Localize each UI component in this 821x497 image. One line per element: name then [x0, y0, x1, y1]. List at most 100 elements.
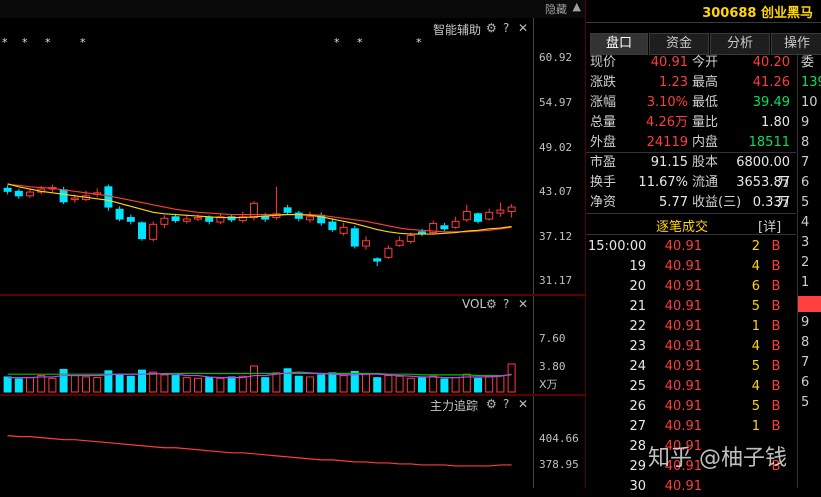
quote-value: 1.23 [659, 75, 688, 90]
quote-value: 5.77 [659, 195, 688, 210]
quote-row: 换手 11.67% 流通 3653.87万 [586, 173, 796, 210]
quote-value: 3.10% [646, 95, 688, 110]
volume-bar [160, 374, 169, 393]
price-tick: 60.92 [539, 51, 573, 64]
volume-bar [93, 377, 102, 393]
volume-bar [182, 377, 191, 393]
volume-bar [507, 363, 516, 393]
tab-zijin[interactable]: 资金 [649, 33, 709, 55]
trade-time: 27 [629, 419, 646, 434]
trade-volume: 5 [751, 359, 760, 374]
trade-row: 27 40.91 1 B [586, 417, 796, 437]
volume-bar [70, 375, 79, 393]
candle-body [418, 231, 426, 234]
volume-bar [317, 374, 326, 393]
hide-button[interactable]: 隐藏 [545, 1, 567, 17]
volume-bar [261, 377, 270, 393]
volume-bar [418, 377, 426, 393]
quote-label: 涨跌 [590, 75, 617, 90]
price-tick: 49.02 [539, 141, 573, 154]
order-book-level: 4 [801, 215, 810, 230]
trade-row: 22 40.91 1 B [586, 317, 796, 337]
volume-bar [440, 378, 449, 393]
volume-bar [82, 376, 90, 393]
chart-top-bar: 隐藏 ▲ [0, 0, 585, 18]
volume-bar [126, 375, 135, 393]
candle-body [26, 191, 34, 197]
chart-area[interactable]: 隐藏 ▲ * * * * * * * 智能辅助 ⚙ ? ✕ 60.92 54.9… [0, 0, 585, 488]
quote-value: 0.337 [752, 195, 790, 210]
candlestick-chart[interactable] [0, 18, 533, 294]
tab-caozuo[interactable]: 操作 [771, 33, 821, 55]
trade-time: 25 [629, 379, 646, 394]
quote-value: 1.80 [761, 115, 790, 130]
trade-side: B [771, 419, 781, 434]
trade-time: 19 [629, 259, 646, 274]
tab-pankou[interactable]: 盘口 [590, 33, 648, 55]
trade-side: B [771, 399, 781, 414]
quote-value: 91.15 [650, 155, 688, 170]
quote-row: 市盈 91.15 股本 6800.00万 [586, 153, 796, 190]
trade-price: 40.91 [664, 259, 702, 274]
candle-body [70, 197, 79, 201]
volume-bar [272, 372, 281, 393]
volume-bar [194, 377, 202, 393]
trade-time: 24 [629, 359, 646, 374]
quote-value: 11.67% [638, 175, 688, 190]
trade-side: B [771, 299, 781, 314]
quote-label: 涨幅 [590, 95, 617, 110]
order-book-level: 9 [801, 315, 810, 330]
volume-bar [37, 375, 46, 393]
quote-value: 40.91 [650, 55, 688, 70]
quote-label: 市盈 [590, 155, 617, 170]
volume-bar [238, 375, 247, 393]
trade-side: B [771, 279, 781, 294]
trade-price: 40.91 [664, 419, 702, 434]
trade-time: 22 [629, 319, 646, 334]
candle-body [440, 225, 449, 230]
trade-price: 40.91 [664, 479, 702, 494]
candle-body [138, 222, 146, 240]
trade-volume: 2 [751, 239, 760, 254]
trade-time: 21 [629, 299, 646, 314]
trade-time: 28 [629, 439, 646, 454]
order-book-level: 7 [801, 355, 810, 370]
volume-bar [339, 375, 348, 393]
candle-body [496, 209, 505, 214]
quote-row: 现价 40.91 今开 40.20 [586, 53, 796, 73]
trade-row: 21 40.91 5 B [586, 297, 796, 317]
price-marker [798, 296, 821, 312]
trade-row: 20 40.91 6 B [586, 277, 796, 297]
trade-time: 20 [629, 279, 646, 294]
main-force-chart[interactable] [0, 396, 533, 488]
candle-body [451, 220, 460, 228]
trade-time: 29 [629, 459, 646, 474]
volume-chart[interactable] [0, 296, 533, 394]
quote-label: 总量 [590, 115, 617, 130]
trade-volume: 4 [751, 339, 760, 354]
trade-volume: 1 [751, 419, 760, 434]
trade-side: B [771, 339, 781, 354]
tab-fenxi[interactable]: 分析 [710, 33, 770, 55]
collapse-arrow-icon[interactable]: ▲ [573, 0, 581, 13]
volume-bar [485, 375, 494, 393]
order-book-level: 6 [801, 175, 810, 190]
quote-value: 40.20 [752, 55, 790, 70]
volume-bar [496, 375, 505, 393]
trade-time: 26 [629, 399, 646, 414]
quote-label: 现价 [590, 55, 617, 70]
stock-title: 300688 创业黑马 [702, 6, 813, 21]
candle-body [182, 218, 191, 222]
trades-detail-link[interactable]: [详] [758, 216, 781, 235]
trade-volume: 4 [751, 379, 760, 394]
volume-bar [384, 375, 393, 393]
volume-bar [451, 377, 460, 393]
trade-volume: 5 [751, 399, 760, 414]
candle-body [3, 187, 12, 192]
volume-bar [406, 377, 415, 393]
vol-tick: 7.60 [539, 332, 566, 345]
order-book-level: 3 [801, 235, 810, 250]
volume-bar [48, 377, 57, 393]
trade-price: 40.91 [664, 339, 702, 354]
trade-row: 26 40.91 5 B [586, 397, 796, 417]
